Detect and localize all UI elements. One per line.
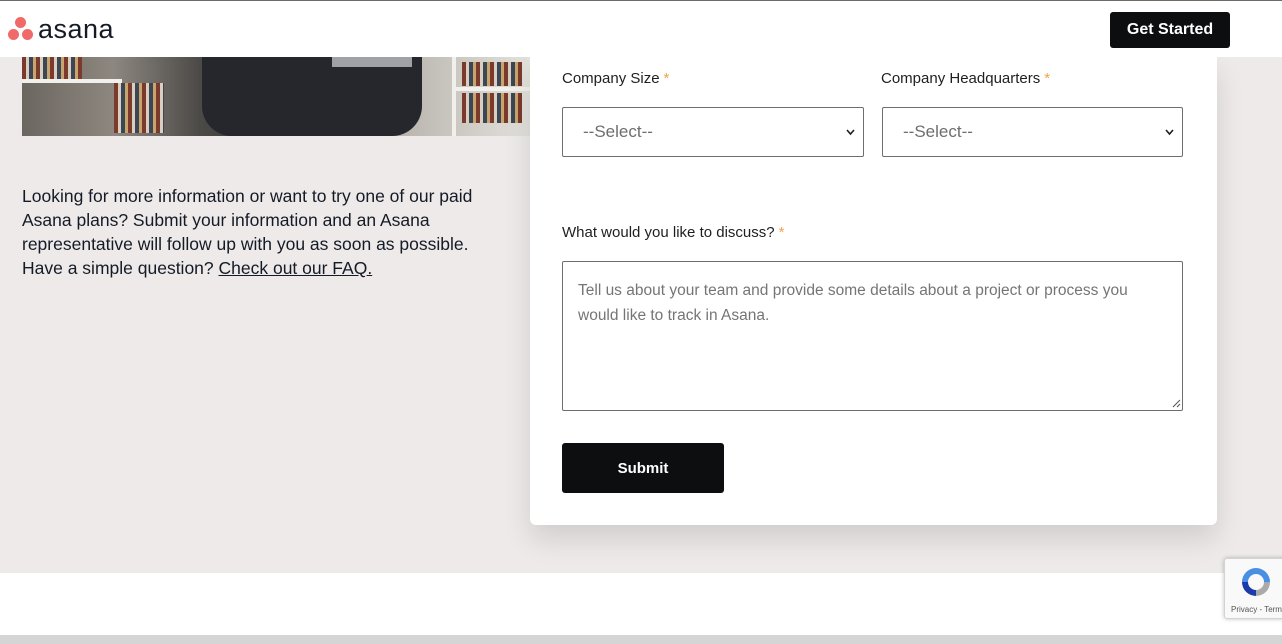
company-headquarters-label: Company Headquarters * [881, 70, 1051, 87]
logo-text: asana [38, 14, 115, 44]
asana-logo-icon [8, 17, 34, 41]
required-asterisk: * [778, 224, 785, 241]
chevron-down-icon [1165, 125, 1174, 142]
hero-photo [22, 57, 530, 136]
company-size-label: Company Size * [562, 70, 670, 87]
top-navigation-bar: asana Get Started [0, 0, 1282, 57]
company-size-select[interactable]: --Select-- [562, 107, 864, 157]
asana-logo[interactable]: asana [8, 14, 115, 44]
recaptcha-footer-text[interactable]: Privacy - Terms [1231, 605, 1282, 614]
discuss-label: What would you like to discuss? * [562, 224, 785, 241]
submit-button[interactable]: Submit [562, 443, 724, 493]
get-started-button[interactable]: Get Started [1110, 12, 1230, 48]
required-asterisk: * [1044, 70, 1051, 87]
recaptcha-badge[interactable]: Privacy - Terms [1224, 558, 1282, 619]
company-headquarters-select[interactable]: --Select-- [882, 107, 1183, 157]
chevron-down-icon [846, 125, 855, 142]
company-headquarters-selected-value: --Select-- [903, 122, 973, 141]
required-asterisk: * [663, 70, 670, 87]
company-size-selected-value: --Select-- [583, 122, 653, 141]
intro-paragraph: Looking for more information or want to … [22, 184, 502, 280]
footer-whitespace [0, 573, 1282, 635]
faq-link[interactable]: Check out our FAQ. [219, 258, 373, 278]
recaptcha-icon [1242, 568, 1270, 596]
resize-handle-icon[interactable] [1172, 399, 1181, 408]
discuss-textarea[interactable] [562, 261, 1183, 411]
footer-bar [0, 635, 1282, 644]
